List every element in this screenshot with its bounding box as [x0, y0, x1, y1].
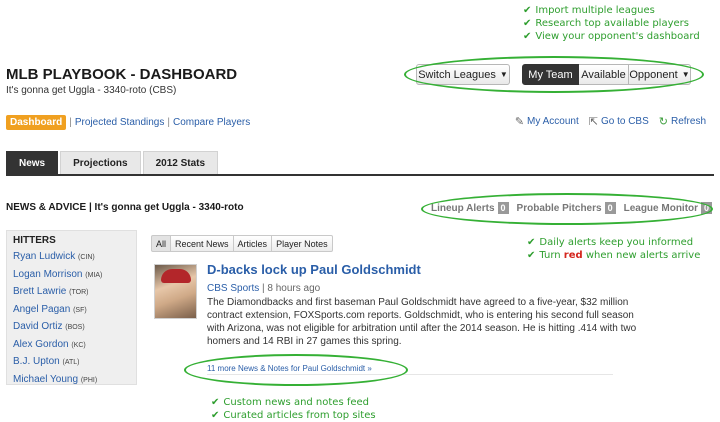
check-icon: ✔ — [211, 410, 220, 421]
player-team: (CIN) — [78, 254, 95, 261]
news-filter-group: All Recent News Articles Player Notes — [151, 235, 333, 252]
edit-icon: ✎ — [514, 116, 525, 128]
cap-shape — [161, 269, 191, 283]
hitters-panel: HITTERS Ryan Ludwick (CIN) Logan Morriso… — [6, 230, 137, 385]
callout-text: Custom news and notes feed — [223, 397, 370, 408]
page-title: MLB PLAYBOOK - DASHBOARD — [6, 66, 238, 83]
sub-nav: Dashboard | Projected Standings | Compar… — [6, 115, 250, 130]
story-source-link[interactable]: CBS Sports — [207, 283, 259, 294]
player-team: (SF) — [73, 306, 87, 314]
player-link[interactable]: Angel Pagan (SF) — [13, 302, 130, 320]
nav-separator: | — [69, 117, 72, 128]
player-team: (BOS) — [65, 324, 85, 331]
player-name: Michael Young — [13, 373, 79, 385]
callout-text: Research top available players — [535, 18, 689, 29]
news-heading: NEWS & ADVICE | It's gonna get Uggla - 3… — [6, 202, 244, 213]
news-feed-callout: ✔ Custom news and notes feed ✔ Curated art… — [211, 396, 376, 422]
player-team: (MIA) — [85, 271, 103, 279]
player-name: Angel Pagan — [13, 303, 71, 315]
refresh-link[interactable]: ↻ Refresh — [659, 115, 706, 128]
player-team: (KC) — [71, 341, 86, 349]
dashboard-link[interactable]: Dashboard — [6, 115, 67, 130]
story-time: 8 hours ago — [267, 283, 321, 294]
check-icon: ✔ — [523, 31, 532, 42]
filter-all[interactable]: All — [151, 235, 172, 252]
player-link[interactable]: B.J. Upton (ATL) — [13, 354, 130, 372]
player-name: Brett Lawrie — [13, 286, 67, 297]
callout-text: Import multiple leagues — [535, 5, 655, 16]
player-link[interactable]: Alex Gordon (KC) — [13, 337, 130, 355]
tab-news[interactable]: News — [6, 151, 59, 174]
player-name: David Ortiz — [13, 321, 63, 332]
player-link[interactable]: Michael Young (PHI) — [13, 372, 130, 385]
filter-player-notes[interactable]: Player Notes — [272, 235, 333, 252]
check-icon: ✔ — [527, 250, 536, 261]
player-team: (TOR) — [69, 289, 89, 296]
player-link[interactable]: Ryan Ludwick (CIN) — [13, 249, 130, 267]
callout-text: Daily alerts keep you informed — [539, 237, 694, 248]
check-icon: ✔ — [211, 397, 220, 408]
tab-underline — [6, 174, 714, 176]
header-controls-oval — [404, 56, 704, 93]
nav-separator: | — [167, 117, 170, 128]
callout-text: Curated articles from top sites — [223, 410, 376, 421]
story-body: The Diamondbacks and first baseman Paul … — [207, 297, 637, 347]
callout-text: Turn — [539, 250, 561, 261]
go-to-cbs-link[interactable]: ⇱ Go to CBS — [589, 115, 649, 128]
tab-2012-stats[interactable]: 2012 Stats — [142, 151, 219, 174]
filter-recent-news[interactable]: Recent News — [171, 235, 234, 252]
refresh-label: Refresh — [670, 116, 706, 127]
export-icon: ⇱ — [588, 116, 598, 128]
go-to-cbs-label: Go to CBS — [600, 116, 649, 127]
my-account-label: My Account — [527, 116, 579, 127]
projected-standings-link[interactable]: Projected Standings — [75, 117, 165, 128]
filter-articles[interactable]: Articles — [233, 235, 273, 252]
check-icon: ✔ — [523, 18, 532, 29]
player-link[interactable]: Logan Morrison (MIA) — [13, 267, 130, 285]
player-team: (ATL) — [62, 359, 80, 366]
more-news-oval — [184, 354, 408, 386]
player-name: Ryan Ludwick — [13, 251, 76, 262]
toolbar: ✎ My Account ⇱ Go to CBS ↻ Refresh — [505, 115, 706, 128]
callout-red-text: red — [563, 250, 583, 261]
player-name: Alex Gordon — [13, 338, 69, 350]
tab-projections[interactable]: Projections — [60, 151, 141, 174]
refresh-icon: ↻ — [658, 116, 668, 128]
my-account-link[interactable]: ✎ My Account — [515, 115, 579, 128]
features-callout-top: ✔ Import multiple leagues ✔ Research top a… — [523, 4, 700, 43]
alerts-callout: ✔ Daily alerts keep you informed ✔ Turn re… — [527, 236, 700, 262]
player-team: (PHI) — [80, 376, 98, 384]
compare-players-link[interactable]: Compare Players — [173, 117, 250, 128]
check-icon: ✔ — [523, 5, 532, 16]
alerts-oval — [421, 193, 713, 225]
tab-bar: News Projections 2012 Stats — [6, 151, 220, 174]
player-name: Logan Morrison — [13, 268, 83, 280]
player-link[interactable]: Brett Lawrie (TOR) — [13, 284, 130, 302]
callout-text: when new alerts arrive — [585, 250, 701, 261]
player-link[interactable]: David Ortiz (BOS) — [13, 319, 130, 337]
check-icon: ✔ — [527, 237, 536, 248]
player-name: B.J. Upton — [13, 356, 60, 367]
team-subtitle: It's gonna get Uggla - 3340-roto (CBS) — [6, 85, 177, 96]
player-photo — [154, 264, 197, 319]
callout-text: View your opponent's dashboard — [535, 31, 700, 42]
story-meta: CBS Sports | 8 hours ago — [207, 283, 320, 294]
story-title-link[interactable]: D-backs lock up Paul Goldschmidt — [207, 262, 421, 277]
hitters-heading: HITTERS — [13, 235, 56, 246]
